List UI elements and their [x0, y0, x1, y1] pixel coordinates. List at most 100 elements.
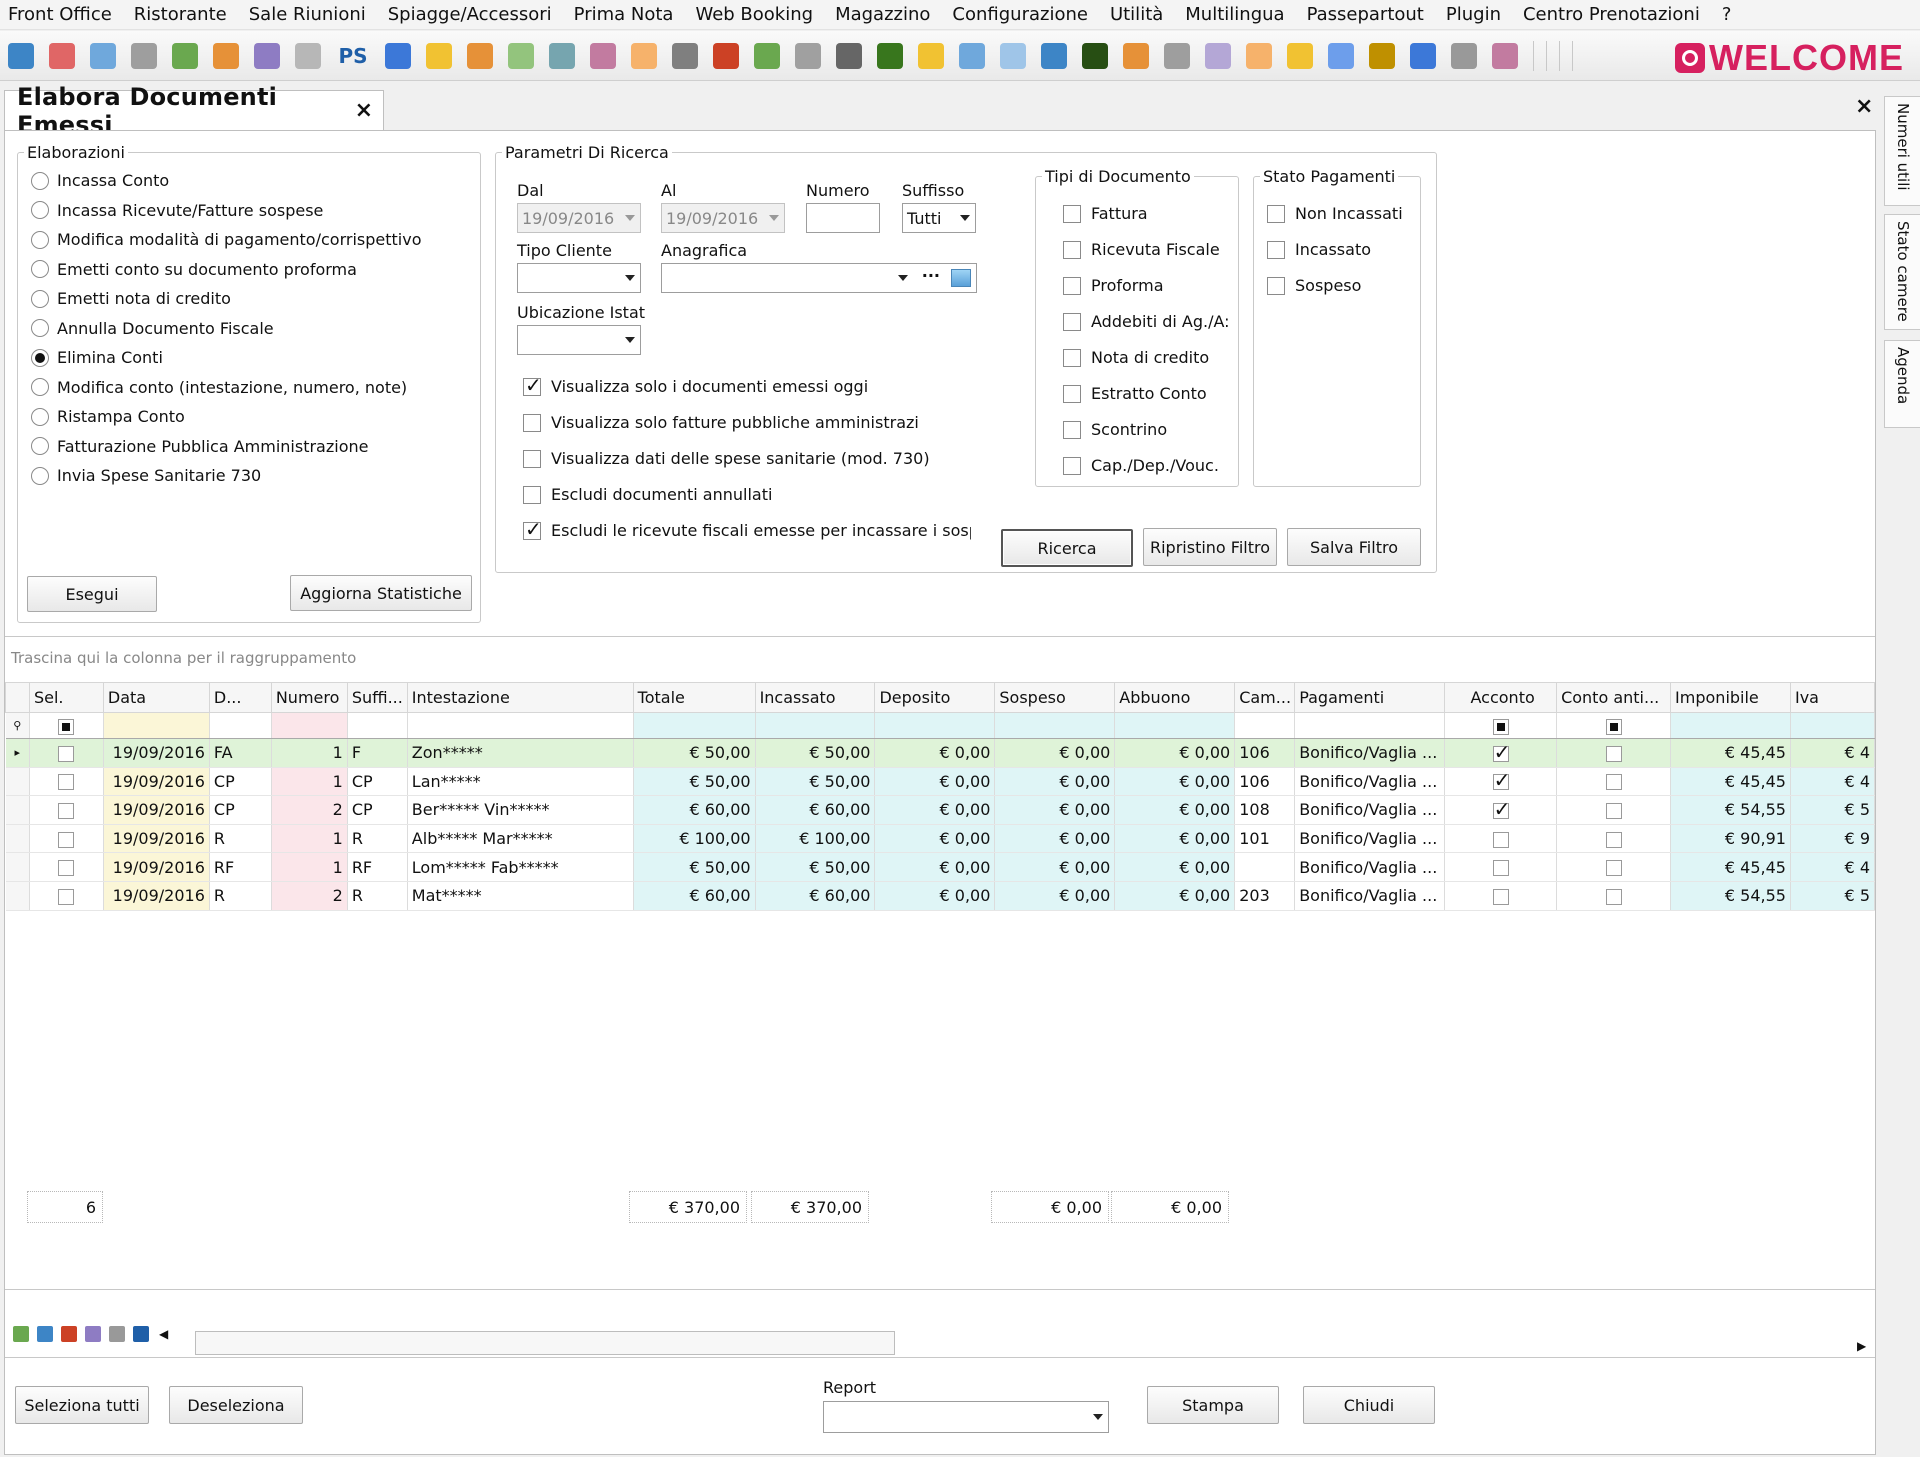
column-header[interactable]: Sospeso: [994, 682, 1116, 713]
car-icon[interactable]: [1082, 42, 1108, 69]
radio-button[interactable]: [31, 378, 49, 396]
column-header[interactable]: Deposito: [874, 682, 996, 713]
cell-conto-anticipato[interactable]: [1556, 767, 1672, 797]
menu-item-10[interactable]: Passepartout: [1307, 4, 1424, 25]
checkbox[interactable]: [1267, 276, 1285, 295]
payment-status-checkbox-row[interactable]: Incassato: [1267, 240, 1417, 259]
cutlery-icon[interactable]: [836, 42, 862, 69]
column-header[interactable]: Pagamenti: [1294, 682, 1446, 713]
lock-icon[interactable]: [1369, 42, 1395, 69]
column-header[interactable]: Suffi...: [346, 682, 408, 713]
checkbox[interactable]: [523, 413, 541, 432]
filter-cell[interactable]: [407, 712, 634, 739]
side-tab-stato-camere[interactable]: Stato camere: [1884, 214, 1920, 330]
radio-button[interactable]: [31, 171, 49, 190]
radio-button[interactable]: [31, 260, 49, 278]
row-checkbox[interactable]: [58, 774, 75, 791]
cell-acconto[interactable]: [1444, 795, 1558, 825]
calendar-day-icon[interactable]: [1164, 42, 1190, 69]
column-header[interactable]: Abbuono: [1114, 682, 1236, 713]
execute-button[interactable]: Esegui: [27, 576, 157, 612]
chevron-down-icon[interactable]: [898, 275, 908, 281]
more-icon[interactable]: ···: [922, 266, 940, 285]
menu-item-11[interactable]: Plugin: [1446, 4, 1501, 25]
checkbox[interactable]: [1267, 240, 1285, 259]
cell-acconto[interactable]: [1444, 881, 1558, 911]
row-checkbox[interactable]: [58, 802, 75, 819]
ps-icon[interactable]: PS: [336, 43, 370, 69]
document-tab[interactable]: Elabora Documenti Emessi ×: [4, 83, 384, 139]
doc-type-checkbox-row[interactable]: Cap./Dep./Vouc.: [1063, 456, 1231, 475]
menu-item-3[interactable]: Spiagge/Accessori: [388, 4, 552, 25]
menu-item-9[interactable]: Multilingua: [1185, 4, 1284, 25]
table-row[interactable]: 19/09/2016 R 2 R Mat***** € 60,00 € 60,00 € 0,0…: [5, 881, 1876, 911]
table-row[interactable]: ▸ 19/09/2016 FA 1 F Zon***** € 50,00 € 50,00 € 0…: [5, 738, 1876, 768]
cell-conto-anticipato[interactable]: [1556, 852, 1672, 882]
close-button[interactable]: Chiudi: [1303, 1386, 1435, 1424]
payment-status-checkbox-row[interactable]: Non Incassati: [1267, 204, 1417, 223]
checkbox[interactable]: [1063, 204, 1081, 223]
checkbox[interactable]: [523, 521, 542, 540]
select-all-button[interactable]: Seleziona tutti: [15, 1386, 149, 1424]
menu-item-7[interactable]: Configurazione: [952, 4, 1088, 25]
elaborazione-option[interactable]: Modifica conto (intestazione, numero, no…: [31, 378, 407, 397]
guest-card-icon[interactable]: [172, 42, 198, 69]
row-indicator[interactable]: ▸: [5, 738, 30, 768]
report-select[interactable]: [823, 1401, 1109, 1433]
select-cell[interactable]: [29, 738, 104, 768]
scroll-right-icon[interactable]: ▶: [1857, 1339, 1866, 1353]
filter-checkbox-row[interactable]: Visualizza dati delle spese sanitarie (m…: [523, 449, 941, 468]
column-header[interactable]: Acconto: [1444, 682, 1558, 713]
filter-checkbox-row[interactable]: Escludi documenti annullati: [523, 485, 941, 504]
column-header[interactable]: Cam...: [1234, 682, 1296, 713]
filter-cell[interactable]: [271, 712, 348, 739]
acconto-checkbox[interactable]: [1492, 860, 1509, 877]
filter-cell[interactable]: [1790, 712, 1876, 739]
column-header[interactable]: Intestazione: [406, 682, 634, 713]
calendar-icon[interactable]: [8, 42, 34, 69]
cell-acconto[interactable]: [1444, 767, 1558, 797]
acconto-checkbox[interactable]: [1492, 740, 1510, 764]
menu-item-6[interactable]: Magazzino: [835, 4, 930, 25]
close-panel-icon[interactable]: ×: [1855, 94, 1873, 119]
cell-acconto[interactable]: [1444, 852, 1558, 882]
column-header[interactable]: D...: [208, 682, 272, 713]
column-header[interactable]: Imponibile: [1670, 682, 1791, 713]
folder-icon[interactable]: [1246, 42, 1272, 69]
notepad-icon[interactable]: [631, 42, 657, 69]
menu-item-4[interactable]: Prima Nota: [574, 4, 674, 25]
menu-item-2[interactable]: Sale Riunioni: [249, 4, 366, 25]
doc-type-checkbox-row[interactable]: Addebiti di Ag./A:: [1063, 312, 1231, 331]
checkbox[interactable]: [1063, 384, 1081, 403]
checkbox[interactable]: [1267, 204, 1285, 223]
checkbox[interactable]: [523, 377, 542, 396]
calculator-icon[interactable]: [1328, 42, 1354, 69]
filter-checkbox-row[interactable]: Visualizza solo i documenti emessi oggi: [523, 377, 941, 396]
tab-close-icon[interactable]: ×: [355, 98, 373, 123]
save-filter-button[interactable]: Salva Filtro: [1287, 528, 1421, 566]
doc-type-checkbox-row[interactable]: Ricevuta Fiscale: [1063, 240, 1231, 259]
filter-cell[interactable]: [1444, 712, 1558, 739]
dal-date-field[interactable]: 19/09/2016: [517, 203, 641, 233]
radio-button[interactable]: [31, 289, 49, 308]
filter-checkbox-row[interactable]: Visualizza solo fatture pubbliche ammini…: [523, 413, 941, 432]
export-pdf-icon[interactable]: [61, 1326, 77, 1342]
elaborazione-option[interactable]: Emetti conto su documento proforma: [31, 260, 357, 279]
elaborazione-option[interactable]: Ristampa Conto: [31, 407, 185, 426]
row-indicator[interactable]: [5, 795, 30, 825]
radio-button[interactable]: [31, 437, 49, 455]
filter-cell[interactable]: [994, 712, 1116, 739]
select-cell[interactable]: [29, 824, 104, 854]
filter-checkbox[interactable]: [1605, 718, 1622, 735]
pencil-icon[interactable]: [918, 42, 944, 69]
checklist-icon[interactable]: [754, 42, 780, 69]
help-icon[interactable]: [1410, 42, 1436, 69]
keys-icon[interactable]: [590, 42, 616, 69]
doc-type-checkbox-row[interactable]: Estratto Conto: [1063, 384, 1231, 403]
checkbox[interactable]: [1063, 348, 1081, 367]
filter-cell[interactable]: [1670, 712, 1791, 739]
filter-cell[interactable]: [347, 712, 408, 739]
chart-icon[interactable]: [1041, 42, 1067, 69]
column-header[interactable]: Numero: [270, 682, 348, 713]
radio-button[interactable]: [31, 407, 49, 426]
